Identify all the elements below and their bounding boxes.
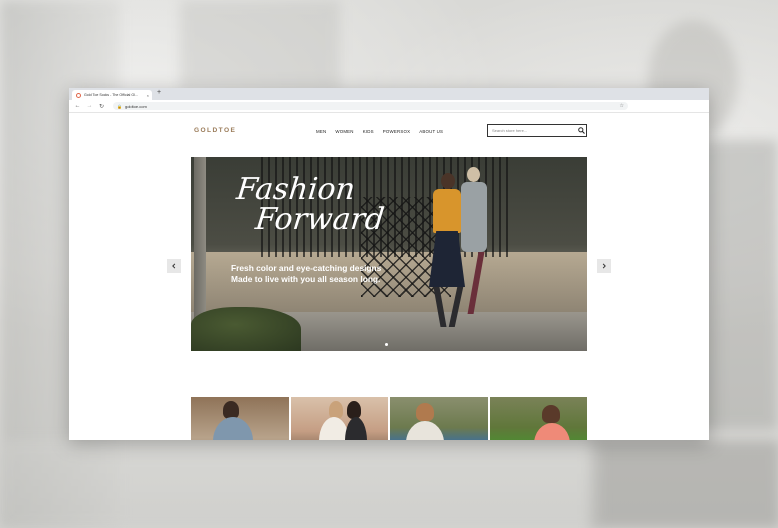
browser-window: Gold Toe Socks - The Official Gl... × + … [69, 88, 709, 440]
search-icon[interactable] [577, 126, 586, 135]
main-nav: MEN WOMEN KIDS POWERSOX ABOUT US [316, 129, 443, 134]
nav-women[interactable]: WOMEN [335, 129, 353, 134]
new-tab-button[interactable]: + [157, 89, 161, 96]
carousel-next-button[interactable] [597, 259, 611, 273]
tab-bar: Gold Toe Socks - The Official Gl... × + [69, 88, 709, 100]
chevron-left-icon [172, 263, 176, 269]
star-icon[interactable]: ☆ [620, 102, 624, 110]
browser-tab[interactable]: Gold Toe Socks - The Official Gl... × [72, 90, 152, 100]
reload-icon[interactable]: ↻ [98, 103, 105, 110]
nav-about-us[interactable]: ABOUT US [419, 129, 443, 134]
category-tile-men[interactable] [191, 397, 289, 440]
url-field[interactable]: 🔒 goldtoe.com ☆ [113, 102, 628, 110]
model-figure [427, 173, 467, 343]
lock-icon: 🔒 [117, 103, 122, 109]
hero-subtitle: Fresh color and eye-catching designs Mad… [231, 263, 382, 284]
hero-banner[interactable]: Fashion Forward Fresh color and eye-catc… [191, 157, 587, 351]
favicon-icon [76, 92, 81, 98]
category-tiles [191, 397, 587, 440]
category-tile-kids-girl[interactable] [489, 397, 587, 440]
nav-kids[interactable]: KIDS [363, 129, 374, 134]
tab-title: Gold Toe Socks - The Official Gl... [84, 93, 138, 97]
chevron-right-icon [602, 263, 606, 269]
carousel-prev-button[interactable] [167, 259, 181, 273]
site-header: GOLDTOE MEN WOMEN KIDS POWERSOX ABOUT US… [191, 124, 587, 140]
site-logo[interactable]: GOLDTOE [194, 127, 236, 134]
forward-icon[interactable]: → [86, 103, 93, 109]
tab-close-icon[interactable]: × [144, 93, 152, 98]
hero-title: Fashion Forward [234, 172, 387, 237]
back-icon[interactable]: ← [74, 103, 81, 109]
site-content: GOLDTOE MEN WOMEN KIDS POWERSOX ABOUT US… [69, 113, 709, 440]
url-text: goldtoe.com [124, 103, 147, 109]
search-input[interactable]: Search store here... [487, 124, 587, 137]
category-tile-women[interactable] [290, 397, 388, 440]
address-bar: ← → ↻ 🔒 goldtoe.com ☆ [69, 100, 709, 113]
category-tile-kids[interactable] [390, 397, 488, 440]
carousel-dot[interactable] [385, 343, 388, 346]
nav-powersox[interactable]: POWERSOX [383, 129, 410, 134]
nav-men[interactable]: MEN [316, 129, 326, 134]
search-placeholder: Search store here... [492, 128, 528, 133]
